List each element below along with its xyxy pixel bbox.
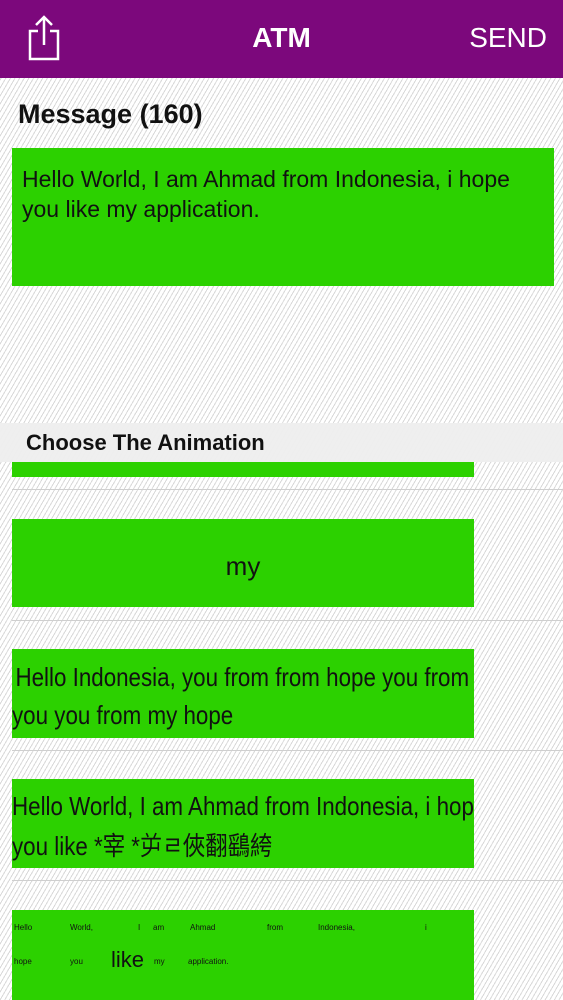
row-separator (12, 489, 563, 490)
message-label: Message (160) (18, 99, 203, 129)
scatter-word: Indonesia, (318, 923, 355, 932)
animation-option-3-line-2: you you from my hope (12, 700, 234, 730)
animation-option-2[interactable]: my (12, 519, 474, 607)
scatter-word: from (267, 923, 283, 932)
row-separator (12, 750, 563, 751)
animation-option-3-line-1: Hello Indonesia, you from from hope you … (15, 662, 470, 692)
animation-section-header: Choose The Animation (0, 423, 563, 462)
animation-option-4[interactable]: Hello World, I am Ahmad from Indonesia, … (12, 779, 474, 868)
scatter-word: my (154, 957, 165, 966)
scatter-word: you (70, 957, 83, 966)
scatter-word: am (153, 923, 165, 932)
scatter-word: World, (70, 923, 93, 932)
animation-option-1[interactable] (12, 462, 474, 477)
scatter-word: I (138, 923, 141, 932)
scatter-word: hope (14, 957, 32, 966)
scatter-word: application. (188, 957, 229, 966)
animation-option-4-line-2: you like *宰 *屰ㄹ俠翻鷂絝 (12, 831, 273, 861)
scatter-word: Ahmad (190, 923, 216, 932)
animation-option-4-line-1: Hello World, I am Ahmad from Indonesia, … (12, 791, 474, 821)
row-separator (12, 880, 563, 881)
animation-option-3[interactable]: Hello Indonesia, you from from hope you … (12, 649, 474, 738)
animation-option-5[interactable]: Hello World, I am Ahmad from Indonesia, … (12, 910, 474, 1000)
send-button[interactable]: SEND (469, 22, 547, 54)
scatter-word: like (111, 947, 145, 972)
message-input[interactable]: Hello World, I am Ahmad from Indonesia, … (12, 148, 554, 286)
animation-option-2-text: my (225, 551, 261, 581)
row-separator (12, 620, 563, 621)
navigation-bar: ATM SEND (0, 0, 563, 78)
scatter-word: Hello (14, 923, 33, 932)
scatter-word: i (425, 923, 427, 932)
